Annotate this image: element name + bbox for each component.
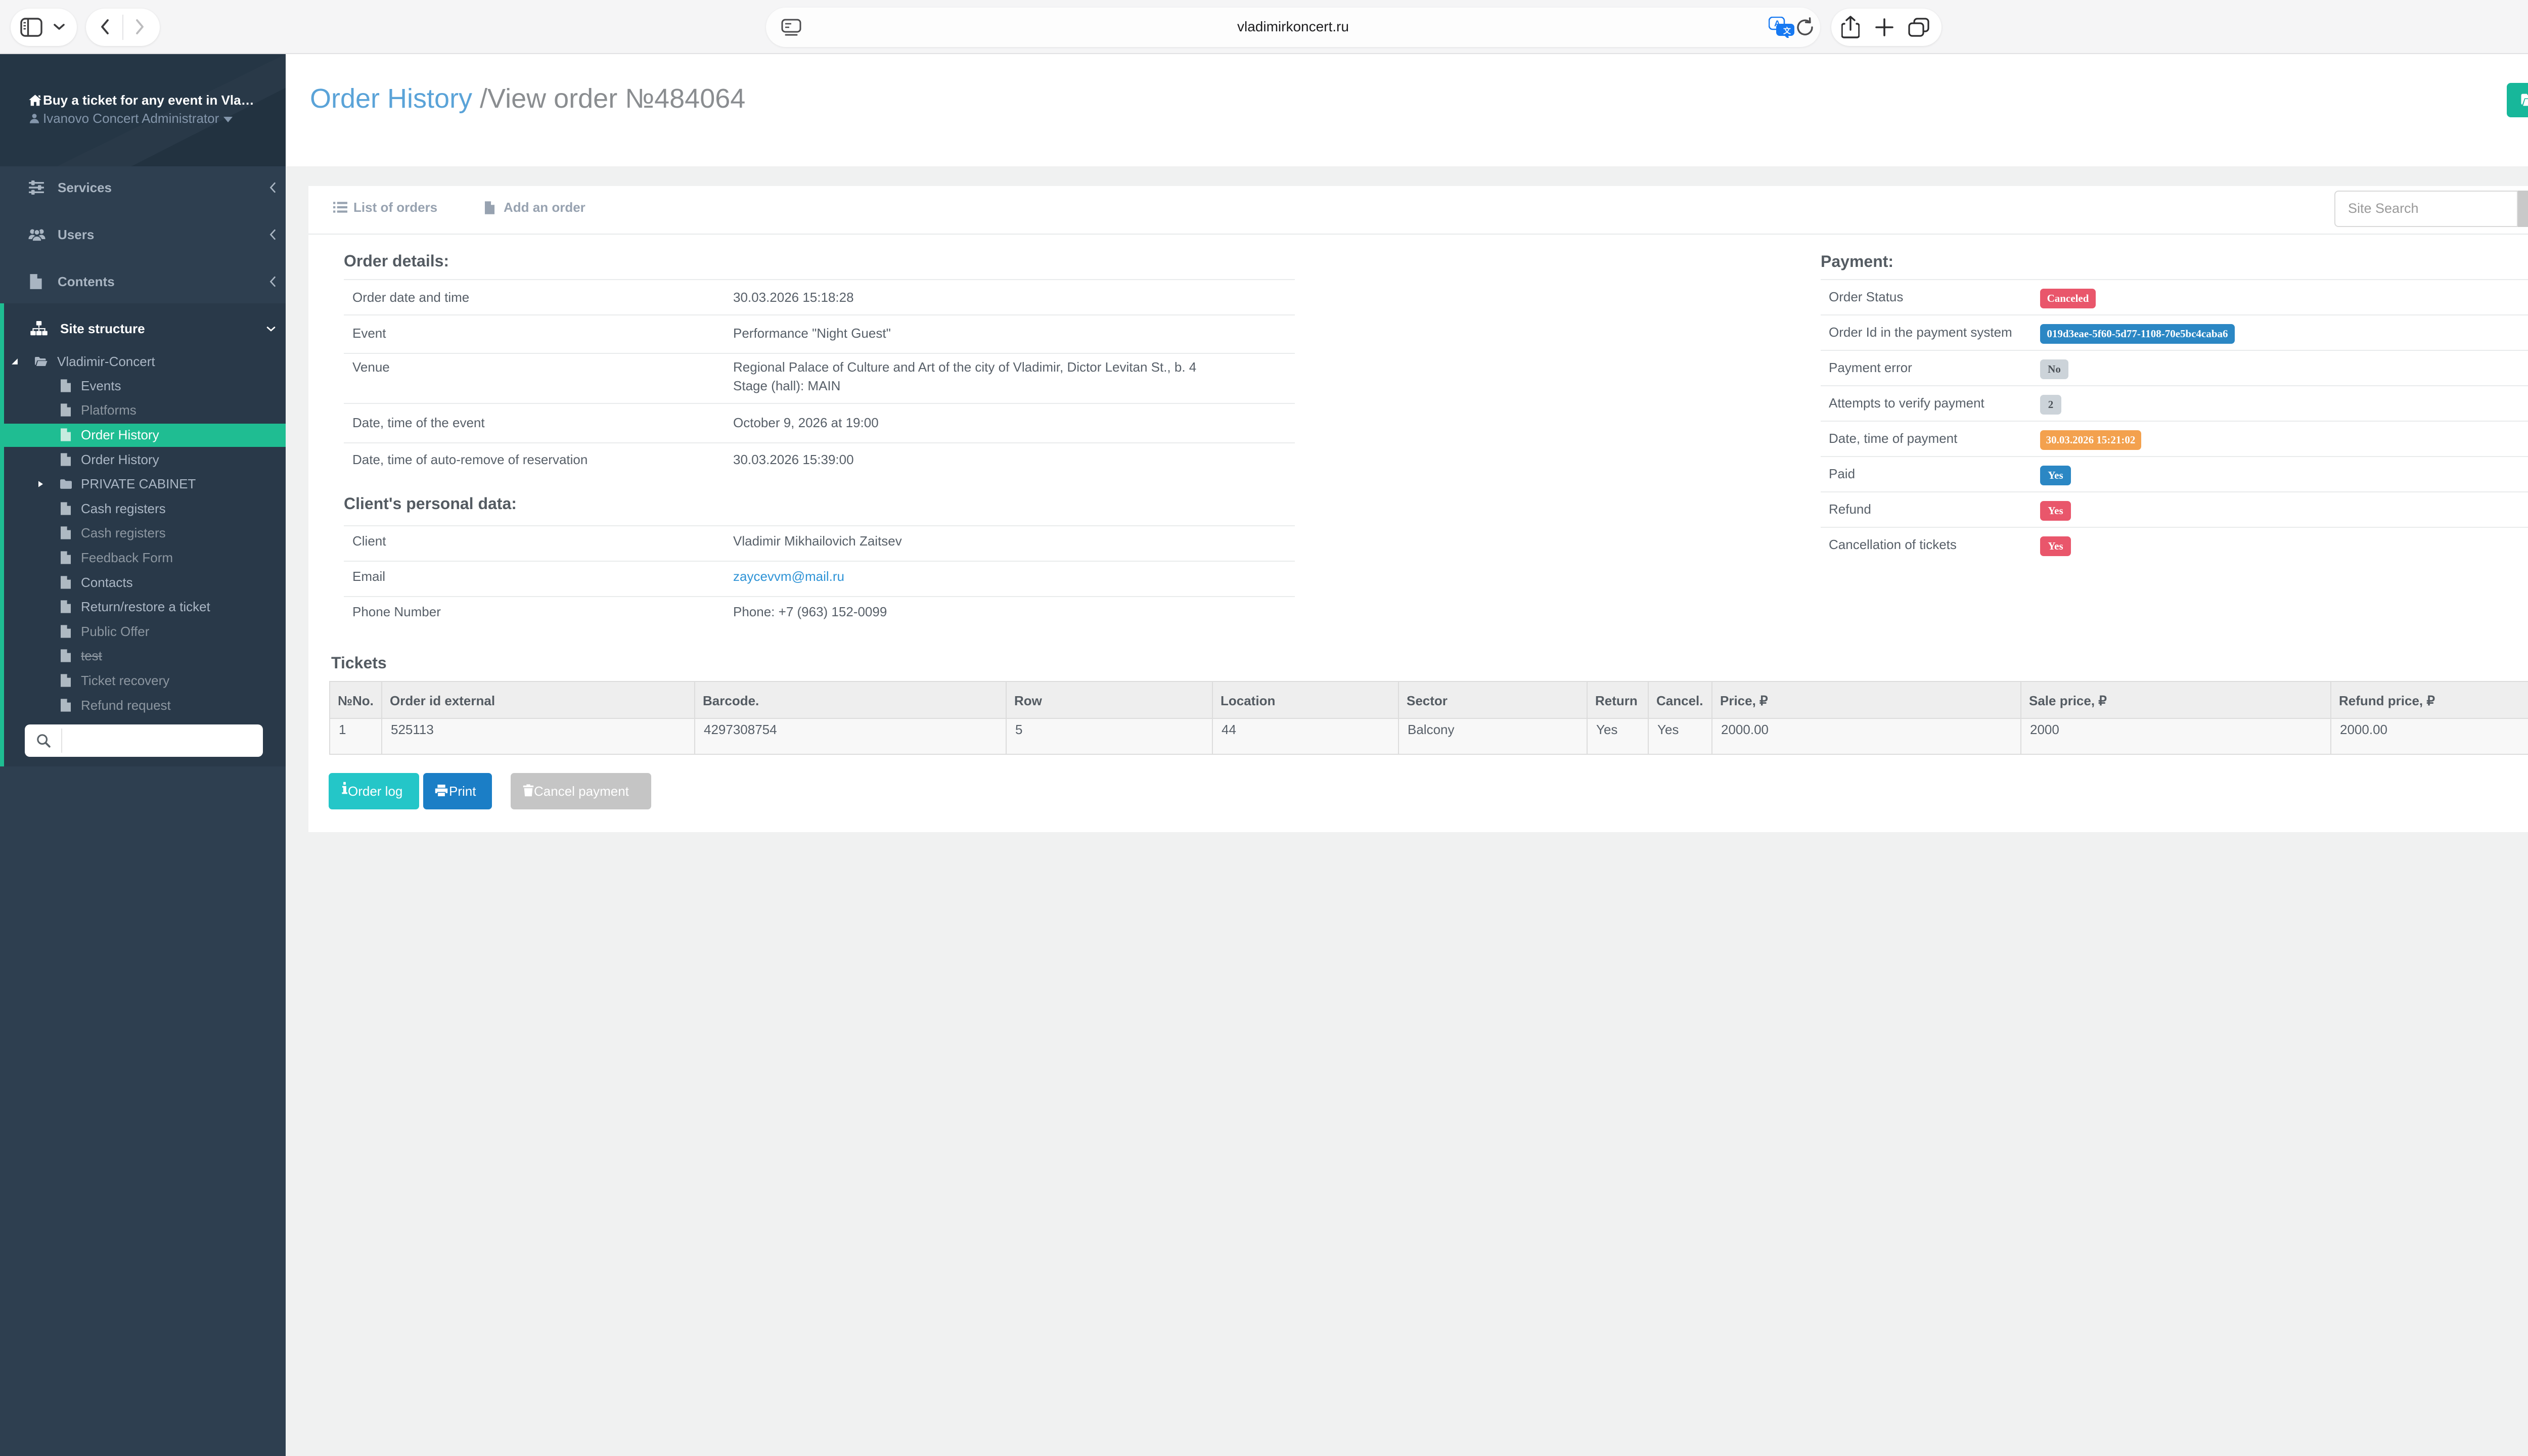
svg-text:文: 文 bbox=[1783, 26, 1791, 35]
